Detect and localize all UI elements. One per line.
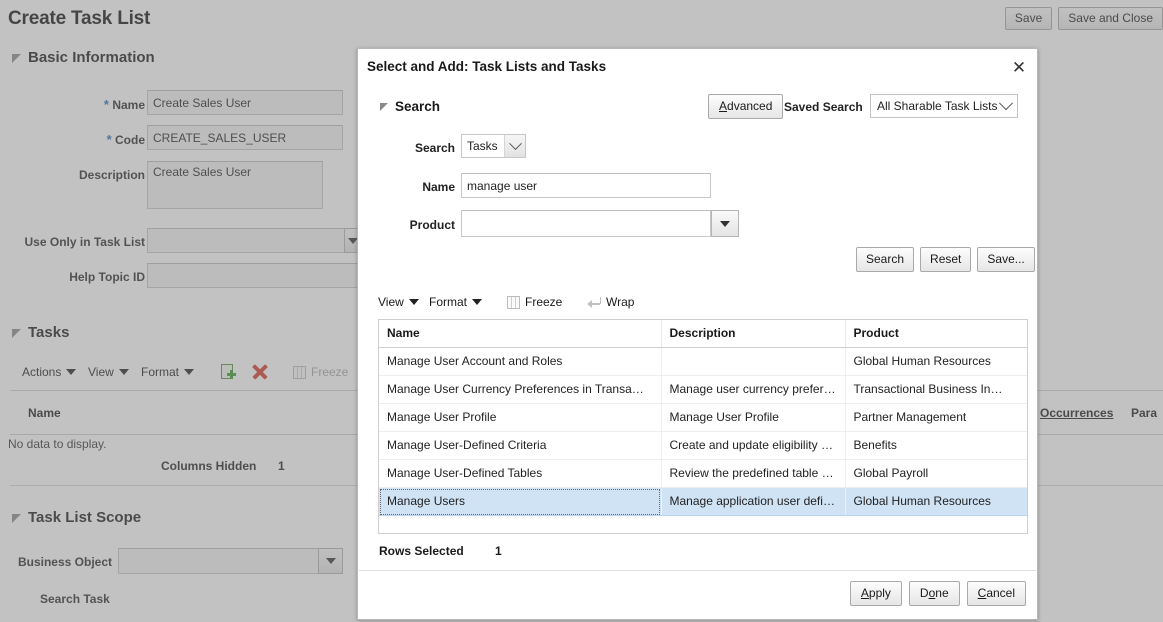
cell-name[interactable]: Manage User Account and Roles xyxy=(379,347,662,376)
cell-description[interactable]: Review the predefined table struct… xyxy=(661,459,846,488)
cell-description[interactable]: Manage user currency preferences… xyxy=(661,375,846,404)
cell-name[interactable]: Manage User Currency Preferences in Tran… xyxy=(379,375,662,404)
reset-button[interactable]: Reset xyxy=(920,247,972,272)
cell-description[interactable]: Create and update eligibility criteria… xyxy=(661,431,846,460)
table-row[interactable]: Manage User Profile Manage User Profile Pa… xyxy=(379,403,1027,432)
footer-divider xyxy=(359,570,1036,571)
chevron-down-icon xyxy=(720,220,730,227)
search-section-title: Search xyxy=(395,99,441,114)
search-name-input[interactable] xyxy=(461,173,711,198)
apply-button[interactable]: Apply xyxy=(849,581,902,606)
close-icon[interactable]: ✕ xyxy=(1009,57,1029,77)
rows-selected-value: 1 xyxy=(495,544,502,558)
save-search-button[interactable]: Save... xyxy=(977,247,1035,272)
table-row[interactable]: Manage User Currency Preferences in Tran… xyxy=(379,375,1027,404)
dialog-title: Select and Add: Task Lists and Tasks xyxy=(367,59,607,74)
saved-search-select[interactable]: All Sharable Task Lists xyxy=(870,94,1018,118)
search-action-buttons: Search Reset Save... xyxy=(856,247,1035,272)
advanced-button-rest: dvanced xyxy=(727,99,773,113)
search-name-label: Name xyxy=(422,180,455,194)
table-row[interactable]: Manage User-Defined Criteria Create and u… xyxy=(379,431,1027,460)
column-header-product[interactable]: Product xyxy=(845,320,1027,348)
results-freeze-button: Freeze xyxy=(507,295,562,309)
cell-name[interactable]: Manage User-Defined Tables xyxy=(379,459,662,488)
table-row[interactable]: Manage User Account and Roles Global Huma… xyxy=(379,347,1027,376)
table-row[interactable]: Manage User-Defined Tables Review the pre… xyxy=(379,459,1027,488)
collapse-triangle-icon xyxy=(380,102,388,111)
chevron-down-icon xyxy=(472,299,483,305)
saved-search-value: All Sharable Task Lists xyxy=(877,99,998,113)
search-type-label: Search xyxy=(414,141,455,155)
search-product-dropdown-arrow[interactable] xyxy=(711,210,739,237)
cell-product[interactable]: Global Human Resources xyxy=(845,347,1027,376)
screen: Create Task List Save Save and Close Bas… xyxy=(0,0,1163,622)
search-type-dropdown-arrow[interactable] xyxy=(504,135,525,157)
search-button[interactable]: Search xyxy=(856,247,915,272)
dialog-footer-buttons: Apply Done Cancel xyxy=(849,581,1026,606)
chevron-down-icon xyxy=(408,299,419,305)
chevron-down-icon xyxy=(508,136,522,150)
cell-name[interactable]: Manage User-Defined Criteria xyxy=(379,431,662,460)
search-section-header[interactable]: Search xyxy=(380,99,440,114)
results-view-menu[interactable]: View xyxy=(378,295,419,309)
search-product-input[interactable] xyxy=(461,210,711,237)
cell-description[interactable] xyxy=(661,347,846,376)
wrap-icon xyxy=(587,296,601,308)
chevron-down-icon xyxy=(998,96,1014,111)
column-header-name[interactable]: Name xyxy=(379,320,662,348)
results-format-menu[interactable]: Format xyxy=(429,295,483,309)
results-wrap-button: Wrap xyxy=(587,295,634,309)
saved-search-label: Saved Search xyxy=(784,100,863,114)
cell-name[interactable]: Manage Users xyxy=(379,487,662,516)
freeze-icon xyxy=(507,295,520,309)
rows-selected-label: Rows Selected xyxy=(379,544,464,558)
cell-product[interactable]: Transactional Business In… xyxy=(845,375,1027,404)
results-table: Name Description Product Manage User Acc… xyxy=(378,319,1028,534)
cell-product[interactable]: Global Human Resources xyxy=(845,487,1027,516)
search-product-label: Product xyxy=(409,218,455,232)
cell-description[interactable]: Manage User Profile xyxy=(661,403,846,432)
cell-product[interactable]: Benefits xyxy=(845,431,1027,460)
search-type-select[interactable]: Tasks xyxy=(461,134,526,158)
cell-product[interactable]: Global Payroll xyxy=(845,459,1027,488)
select-and-add-dialog: Select and Add: Task Lists and Tasks ✕ S… xyxy=(357,48,1038,620)
advanced-button[interactable]: Advanced xyxy=(708,94,784,119)
search-type-value: Tasks xyxy=(467,139,498,153)
table-row[interactable]: Manage Users Manage application user defi… xyxy=(379,487,1027,516)
cell-name[interactable]: Manage User Profile xyxy=(379,403,662,432)
table-header-row: Name Description Product xyxy=(379,320,1027,348)
cell-product[interactable]: Partner Management xyxy=(845,403,1027,432)
cell-description[interactable]: Manage application user definitions. xyxy=(661,487,846,516)
column-header-description[interactable]: Description xyxy=(661,320,846,348)
done-button[interactable]: Done xyxy=(908,581,960,606)
cancel-button[interactable]: Cancel xyxy=(966,581,1026,606)
